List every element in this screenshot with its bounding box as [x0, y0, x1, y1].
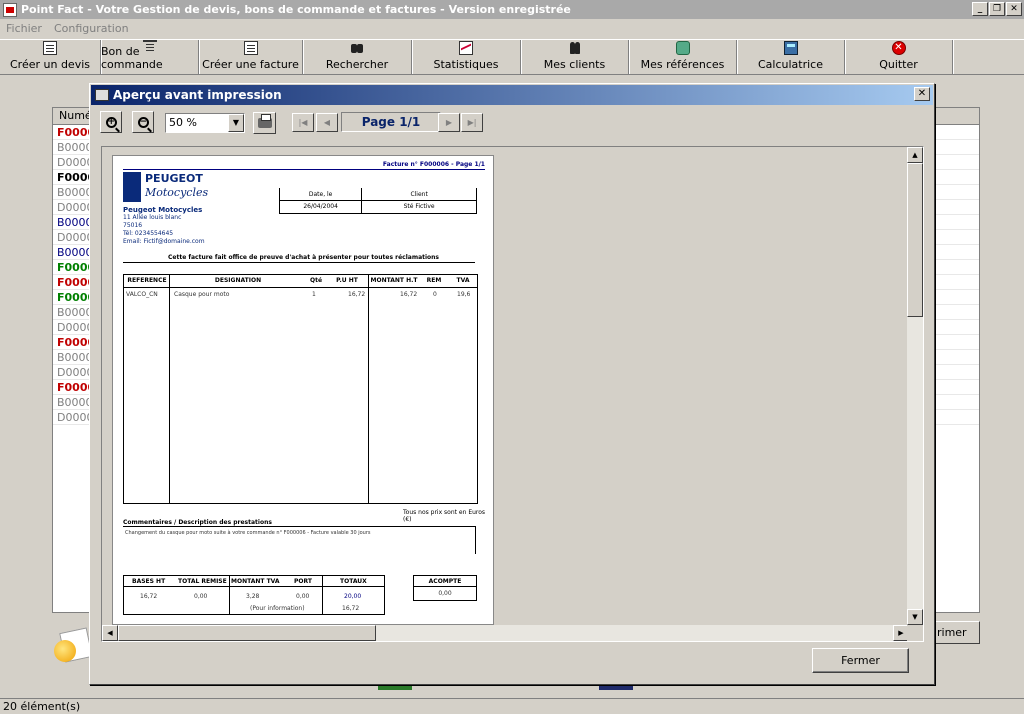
zoom-in-button[interactable]: +	[100, 111, 122, 133]
my-references-button[interactable]: Mes références	[629, 40, 737, 74]
zoom-in-icon: +	[105, 116, 117, 128]
scroll-left-button[interactable]: ◀	[102, 625, 118, 641]
company-info: Peugeot Motocycles 11 Allée louis blanc …	[123, 206, 205, 245]
dialog-title: Aperçu avant impression	[113, 88, 282, 102]
dialog-close-button[interactable]: ✕	[914, 87, 930, 101]
window-title: Point Fact - Votre Gestion de devis, bon…	[21, 3, 571, 16]
stack-icon	[675, 41, 690, 55]
status-bar: 20 élément(s)	[0, 698, 1024, 714]
zoom-out-icon: −	[137, 116, 149, 128]
horizontal-scrollbar[interactable]: ◀ ▶	[102, 625, 909, 641]
proof-text: Cette facture fait office de preuve d'ac…	[168, 254, 440, 261]
create-invoice-button[interactable]: Créer une facture	[199, 40, 303, 74]
document-icon	[243, 41, 258, 55]
calculator-button[interactable]: Calculatrice	[737, 40, 845, 74]
document-icon	[43, 41, 57, 55]
dialog-titlebar: Aperçu avant impression	[91, 85, 933, 105]
page-indicator: Page 1/1	[341, 112, 441, 132]
menu-bar: Fichier Configuration	[0, 19, 1024, 38]
chevron-down-icon[interactable]: ▼	[228, 114, 244, 132]
close-preview-button[interactable]: Fermer	[812, 648, 909, 673]
invoice-page: Facture n° F000006 - Page 1/1 PEUGEOT Mo…	[112, 155, 494, 625]
window-controls: _ ❐ ✕	[972, 2, 1022, 16]
vertical-scrollbar[interactable]: ▲ ▼	[907, 147, 923, 625]
menu-fichier[interactable]: Fichier	[0, 22, 48, 35]
next-page-button[interactable]: ▶	[438, 113, 460, 132]
date-client-box: Date, le 26/04/2004 Client Sté Fictive	[279, 188, 477, 214]
purchase-order-button[interactable]: Bon de commande	[101, 40, 199, 74]
scroll-up-button[interactable]: ▲	[907, 147, 923, 163]
calculator-icon	[783, 41, 798, 55]
create-quote-button[interactable]: Créer un devis	[0, 40, 101, 74]
next-page-icon: ▶	[445, 118, 453, 127]
vertical-scroll-thumb[interactable]	[907, 163, 923, 317]
preview-area[interactable]: Facture n° F000006 - Page 1/1 PEUGEOT Mo…	[101, 146, 924, 642]
chart-icon	[459, 41, 473, 55]
print-preview-dialog: Aperçu avant impression ✕ + − 50 % ▼ |◀ …	[89, 83, 935, 685]
first-page-button[interactable]: |◀	[292, 113, 314, 132]
item-count: 20 élément(s)	[3, 700, 81, 713]
app-logo	[52, 627, 93, 672]
statistics-button[interactable]: Statistiques	[412, 40, 521, 74]
search-button[interactable]: Rechercher	[303, 40, 412, 74]
scroll-down-button[interactable]: ▼	[907, 609, 923, 625]
totals-table: BASES HT TOTAL REMISE MONTANT TVA PORT T…	[123, 575, 385, 615]
zoom-out-button[interactable]: −	[132, 111, 154, 133]
document-icon	[142, 40, 157, 45]
menu-configuration[interactable]: Configuration	[48, 22, 135, 35]
printer-icon	[257, 114, 272, 128]
deposit-box: ACOMPTE 0,00	[413, 575, 477, 601]
first-page-icon: |◀	[298, 118, 308, 127]
last-page-button[interactable]: ▶|	[461, 113, 483, 132]
brand-logo: PEUGEOT Motocycles	[123, 172, 213, 204]
quit-button[interactable]: ✕ Quitter	[845, 40, 953, 74]
print-button[interactable]: rimer	[928, 621, 980, 644]
restore-button[interactable]: ❐	[989, 2, 1005, 16]
previous-page-button[interactable]: ◀	[316, 113, 338, 132]
currency-note: Tous nos prix sont en Euros (€)	[403, 509, 486, 523]
invoice-items-table: REFERENCE DESIGNATION Qté P.U HT MONTANT…	[123, 274, 478, 504]
comments-text: Changement du casque pour moto suite à v…	[125, 530, 371, 536]
previous-page-icon: ◀	[323, 118, 331, 127]
horizontal-scroll-thumb[interactable]	[118, 625, 376, 641]
window-titlebar: Point Fact - Votre Gestion de devis, bon…	[0, 0, 1024, 19]
last-page-icon: ▶|	[467, 118, 477, 127]
close-button[interactable]: ✕	[1006, 2, 1022, 16]
my-clients-button[interactable]: Mes clients	[521, 40, 629, 74]
people-icon	[568, 41, 582, 55]
lion-icon	[123, 172, 141, 202]
comments-label: Commentaires / Description des prestatio…	[123, 519, 272, 526]
print-preview-icon	[95, 89, 109, 101]
invoice-header: Facture n° F000006 - Page 1/1	[382, 161, 485, 168]
quit-icon: ✕	[891, 41, 906, 55]
minimize-button[interactable]: _	[972, 2, 988, 16]
main-toolbar: Créer un devis Bon de commande Créer une…	[0, 39, 1024, 75]
zoom-select[interactable]: 50 % ▼	[165, 113, 245, 133]
app-icon	[3, 2, 17, 17]
binoculars-icon	[350, 41, 364, 55]
print-button-dialog[interactable]	[253, 112, 276, 134]
